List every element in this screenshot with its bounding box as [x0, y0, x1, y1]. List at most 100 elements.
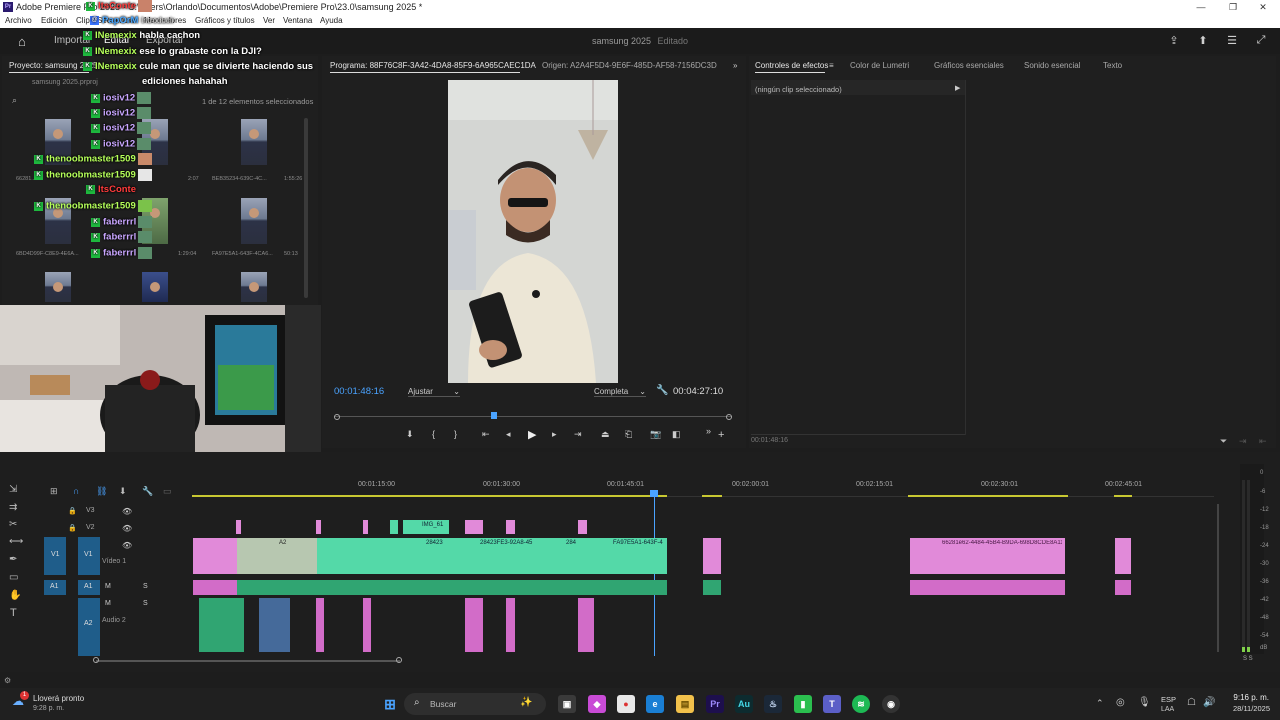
fit-dropdown[interactable]: Ajustar ⌄: [408, 387, 460, 397]
extract-icon[interactable]: ⎗: [625, 429, 632, 440]
copilot-icon[interactable]: ◆: [588, 695, 606, 713]
audio-clip[interactable]: [193, 580, 237, 595]
premiere-taskbar-icon[interactable]: Pr: [706, 695, 724, 713]
audio-clip[interactable]: [578, 598, 594, 652]
panel-menu-icon[interactable]: ≡: [829, 61, 834, 70]
add-marker-icon[interactable]: ⬇: [119, 486, 127, 497]
pen-tool-icon[interactable]: ✒: [9, 554, 17, 565]
search-box[interactable]: ⌕ Buscar ✨: [404, 693, 546, 715]
meter-solo-buttons[interactable]: S S: [1243, 656, 1253, 662]
timeline-clip[interactable]: 66281e62-4484-45B4-B9DA-698D8CDE8A11: [910, 538, 1065, 574]
fullscreen-icon[interactable]: ⤢: [1254, 34, 1268, 48]
maximize-icon[interactable]: ❐: [1216, 0, 1250, 14]
eye-icon[interactable]: 👁: [122, 524, 132, 533]
timeline-clip[interactable]: 28423: [385, 538, 449, 574]
source-tab[interactable]: Origen: A2A4F5D4-9E6F-485D-AF58-7156DC3D…: [542, 61, 717, 70]
timeline-clip[interactable]: [578, 520, 587, 534]
expand-arrow-icon[interactable]: ▶: [955, 84, 960, 92]
eye-icon[interactable]: 👁: [122, 507, 132, 516]
timeline-clip[interactable]: [465, 520, 483, 534]
timeline-clip[interactable]: [703, 538, 721, 574]
clip-thumbnail[interactable]: [241, 198, 267, 244]
timeline-clip[interactable]: 284: [535, 538, 581, 574]
step-forward-icon[interactable]: ▸: [552, 429, 557, 440]
solo-icon[interactable]: S: [143, 600, 148, 607]
track-v1-target[interactable]: V1: [78, 537, 100, 575]
share-icon[interactable]: ⬆: [1196, 34, 1210, 48]
audio-clip[interactable]: [259, 598, 290, 652]
edge-icon[interactable]: e: [646, 695, 664, 713]
more-controls-icon[interactable]: »: [706, 426, 711, 436]
quick-export-icon[interactable]: ⇪: [1167, 34, 1181, 48]
audio-clip[interactable]: [1115, 580, 1131, 595]
program-tab[interactable]: Programa: 88F76C8F-3A42-4DA8-85F9-6A965C…: [330, 61, 536, 70]
clock-time[interactable]: 9:16 p. m.: [1231, 693, 1269, 702]
network-icon[interactable]: ☖: [1187, 697, 1196, 708]
menu-ayuda[interactable]: Ayuda: [320, 16, 343, 25]
panel-overflow-icon[interactable]: »: [733, 61, 737, 70]
steam-icon[interactable]: ♨: [764, 695, 782, 713]
quality-dropdown[interactable]: Completa ⌄: [594, 387, 646, 397]
nest-icon[interactable]: ⊞: [50, 486, 58, 497]
timeline-clip[interactable]: [317, 538, 385, 574]
filter-icon[interactable]: ⏷: [1220, 436, 1227, 447]
clip-thumbnail[interactable]: [142, 272, 168, 302]
close-icon[interactable]: ✕: [1246, 0, 1280, 14]
timeline-clip[interactable]: 28423FE3-92A8-45: [449, 538, 535, 574]
tab-effect-controls[interactable]: Controles de efectos: [755, 61, 828, 70]
lock-icon[interactable]: 🔒: [68, 507, 77, 515]
mute-icon[interactable]: M: [105, 600, 111, 607]
tab-lumetri[interactable]: Color de Lumetri: [850, 61, 909, 70]
microphone-icon[interactable]: 🎙: [1138, 697, 1151, 708]
audio-clip[interactable]: [506, 598, 515, 652]
task-view-icon[interactable]: ▣: [558, 695, 576, 713]
menu-ventana[interactable]: Ventana: [283, 16, 312, 25]
clip-thumbnail[interactable]: [241, 119, 267, 165]
minimize-icon[interactable]: —: [1184, 0, 1218, 14]
timeline-clip[interactable]: [236, 520, 241, 534]
audio-clip[interactable]: [910, 580, 1065, 595]
timeline-clip[interactable]: A2: [237, 538, 317, 574]
project-scrollbar[interactable]: [304, 118, 308, 298]
tab-essential-sound[interactable]: Sonido esencial: [1024, 61, 1080, 70]
audio-clip[interactable]: [316, 598, 324, 652]
timeline-clip[interactable]: FA97E5A1-643F-4: [581, 538, 667, 574]
program-timecode[interactable]: 00:01:48:16: [334, 386, 384, 397]
snap-icon[interactable]: ∩: [73, 486, 79, 496]
go-to-out-icon[interactable]: ⇥: [574, 429, 582, 440]
keyframe-icon[interactable]: ⇤: [1259, 436, 1267, 447]
windows-start-icon[interactable]: ⊞: [381, 695, 399, 713]
hand-tool-icon[interactable]: ✋: [9, 590, 21, 601]
audio-clip[interactable]: [465, 598, 483, 652]
lift-icon[interactable]: ⏏: [601, 429, 610, 440]
timeline-zoom-scrollbar[interactable]: [96, 660, 400, 662]
workspaces-menu-icon[interactable]: ☰: [1225, 34, 1239, 48]
language-indicator[interactable]: ESP: [1161, 695, 1176, 704]
clip-thumbnail[interactable]: [45, 272, 71, 302]
timeline-settings-icon[interactable]: 🔧: [142, 486, 153, 497]
captions-icon[interactable]: ▭: [163, 486, 172, 497]
ripple-tool-icon[interactable]: ⟷: [9, 536, 23, 547]
program-playhead[interactable]: [491, 412, 497, 419]
tray-expand-icon[interactable]: ⌃: [1096, 698, 1104, 709]
solo-icon[interactable]: S: [143, 583, 148, 590]
file-explorer-icon[interactable]: ▤: [676, 695, 694, 713]
step-back-icon[interactable]: ◂: [506, 429, 511, 440]
tab-text[interactable]: Texto: [1103, 61, 1122, 70]
timeline-clip[interactable]: [506, 520, 515, 534]
menu-clip[interactable]: Clip: [76, 16, 90, 25]
timeline-clip[interactable]: [316, 520, 321, 534]
menu-archivo[interactable]: Archivo: [5, 16, 32, 25]
timeline-clip[interactable]: [390, 520, 398, 534]
export-frame-icon[interactable]: 📷: [650, 429, 661, 440]
selection-tool-icon[interactable]: ⇲: [9, 484, 17, 495]
track-a1-target[interactable]: A1: [78, 580, 100, 595]
time-ruler[interactable]: 00:01:15:00 00:01:30:00 00:01:45:01 00:0…: [192, 478, 1214, 497]
mute-icon[interactable]: M: [105, 583, 111, 590]
lock-icon[interactable]: 🔒: [68, 524, 77, 532]
teams-icon[interactable]: T: [823, 695, 841, 713]
add-marker-icon[interactable]: ⬇: [406, 429, 414, 440]
mark-out-icon[interactable]: }: [454, 429, 457, 439]
track-v1-source[interactable]: V1: [44, 537, 66, 575]
track-a2-target[interactable]: A2: [78, 598, 100, 656]
